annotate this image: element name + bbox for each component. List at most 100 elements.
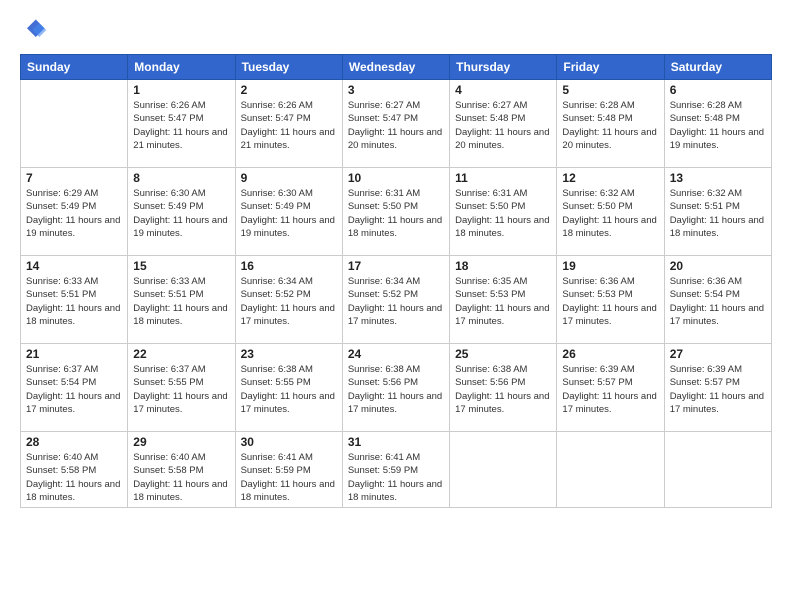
- table-row: 26 Sunrise: 6:39 AMSunset: 5:57 PMDayligh…: [557, 344, 664, 432]
- calendar-header-row: Sunday Monday Tuesday Wednesday Thursday…: [21, 55, 772, 80]
- day-info: Sunrise: 6:41 AMSunset: 5:59 PMDaylight:…: [241, 451, 337, 504]
- col-monday: Monday: [128, 55, 235, 80]
- table-row: 28Sunrise: 6:40 AMSunset: 5:58 PMDayligh…: [21, 432, 128, 508]
- day-info: Sunrise: 6:29 AMSunset: 5:49 PMDaylight:…: [26, 187, 122, 240]
- day-number: 9: [241, 171, 337, 185]
- day-number: 26: [562, 347, 658, 361]
- table-row: 12Sunrise: 6:32 AMSunset: 5:50 PMDayligh…: [557, 168, 664, 256]
- day-info: Sunrise: 6:27 AMSunset: 5:48 PMDaylight:…: [455, 99, 551, 152]
- day-number: 5: [562, 83, 658, 97]
- day-number: 31: [348, 435, 444, 449]
- col-friday: Friday: [557, 55, 664, 80]
- table-row: [557, 432, 664, 508]
- col-thursday: Thursday: [450, 55, 557, 80]
- day-number: 2: [241, 83, 337, 97]
- table-row: 15Sunrise: 6:33 AMSunset: 5:51 PMDayligh…: [128, 256, 235, 344]
- day-number: 23: [241, 347, 337, 361]
- table-row: 29Sunrise: 6:40 AMSunset: 5:58 PMDayligh…: [128, 432, 235, 508]
- day-info: Sunrise: 6:33 AMSunset: 5:51 PMDaylight:…: [26, 275, 122, 328]
- table-row: 6 Sunrise: 6:28 AMSunset: 5:48 PMDaylight…: [664, 80, 771, 168]
- day-number: 25: [455, 347, 551, 361]
- col-tuesday: Tuesday: [235, 55, 342, 80]
- table-row: 21 Sunrise: 6:37 AMSunset: 5:54 PMDayligh…: [21, 344, 128, 432]
- logo-icon: [20, 16, 48, 44]
- table-row: 25 Sunrise: 6:38 AMSunset: 5:56 PMDayligh…: [450, 344, 557, 432]
- day-info: Sunrise: 6:31 AMSunset: 5:50 PMDaylight:…: [455, 187, 551, 240]
- day-number: 16: [241, 259, 337, 273]
- day-info: Sunrise: 6:26 AMSunset: 5:47 PMDaylight:…: [133, 99, 229, 152]
- day-info: Sunrise: 6:38 AMSunset: 5:56 PMDaylight:…: [348, 363, 444, 416]
- day-number: 3: [348, 83, 444, 97]
- day-number: 22: [133, 347, 229, 361]
- day-number: 1: [133, 83, 229, 97]
- calendar-week-row: 14Sunrise: 6:33 AMSunset: 5:51 PMDayligh…: [21, 256, 772, 344]
- table-row: [450, 432, 557, 508]
- day-info: Sunrise: 6:34 AMSunset: 5:52 PMDaylight:…: [241, 275, 337, 328]
- day-info: Sunrise: 6:27 AMSunset: 5:47 PMDaylight:…: [348, 99, 444, 152]
- day-info: Sunrise: 6:38 AMSunset: 5:55 PMDaylight:…: [241, 363, 337, 416]
- table-row: 11 Sunrise: 6:31 AMSunset: 5:50 PMDayligh…: [450, 168, 557, 256]
- day-number: 20: [670, 259, 766, 273]
- table-row: 1 Sunrise: 6:26 AMSunset: 5:47 PMDaylight…: [128, 80, 235, 168]
- table-row: 18 Sunrise: 6:35 AMSunset: 5:53 PMDayligh…: [450, 256, 557, 344]
- day-info: Sunrise: 6:39 AMSunset: 5:57 PMDaylight:…: [670, 363, 766, 416]
- day-number: 6: [670, 83, 766, 97]
- day-info: Sunrise: 6:34 AMSunset: 5:52 PMDaylight:…: [348, 275, 444, 328]
- table-row: 31 Sunrise: 6:41 AMSunset: 5:59 PMDayligh…: [342, 432, 449, 508]
- day-number: 21: [26, 347, 122, 361]
- table-row: 4Sunrise: 6:27 AMSunset: 5:48 PMDaylight…: [450, 80, 557, 168]
- calendar-week-row: 21 Sunrise: 6:37 AMSunset: 5:54 PMDayligh…: [21, 344, 772, 432]
- day-number: 12: [562, 171, 658, 185]
- day-info: Sunrise: 6:41 AMSunset: 5:59 PMDaylight:…: [348, 451, 444, 504]
- table-row: 2 Sunrise: 6:26 AMSunset: 5:47 PMDaylight…: [235, 80, 342, 168]
- day-info: Sunrise: 6:31 AMSunset: 5:50 PMDaylight:…: [348, 187, 444, 240]
- calendar-week-row: 1 Sunrise: 6:26 AMSunset: 5:47 PMDaylight…: [21, 80, 772, 168]
- calendar-table: Sunday Monday Tuesday Wednesday Thursday…: [20, 54, 772, 508]
- day-info: Sunrise: 6:26 AMSunset: 5:47 PMDaylight:…: [241, 99, 337, 152]
- day-info: Sunrise: 6:28 AMSunset: 5:48 PMDaylight:…: [562, 99, 658, 152]
- day-number: 24: [348, 347, 444, 361]
- day-number: 30: [241, 435, 337, 449]
- logo: [20, 16, 52, 44]
- table-row: 10 Sunrise: 6:31 AMSunset: 5:50 PMDayligh…: [342, 168, 449, 256]
- table-row: [21, 80, 128, 168]
- calendar-week-row: 7 Sunrise: 6:29 AMSunset: 5:49 PMDaylight…: [21, 168, 772, 256]
- day-info: Sunrise: 6:39 AMSunset: 5:57 PMDaylight:…: [562, 363, 658, 416]
- day-number: 11: [455, 171, 551, 185]
- day-info: Sunrise: 6:37 AMSunset: 5:55 PMDaylight:…: [133, 363, 229, 416]
- day-number: 19: [562, 259, 658, 273]
- day-info: Sunrise: 6:35 AMSunset: 5:53 PMDaylight:…: [455, 275, 551, 328]
- day-number: 10: [348, 171, 444, 185]
- header: [20, 16, 772, 44]
- day-number: 15: [133, 259, 229, 273]
- day-info: Sunrise: 6:38 AMSunset: 5:56 PMDaylight:…: [455, 363, 551, 416]
- day-info: Sunrise: 6:36 AMSunset: 5:54 PMDaylight:…: [670, 275, 766, 328]
- col-sunday: Sunday: [21, 55, 128, 80]
- table-row: [664, 432, 771, 508]
- day-number: 8: [133, 171, 229, 185]
- table-row: 19 Sunrise: 6:36 AMSunset: 5:53 PMDayligh…: [557, 256, 664, 344]
- day-info: Sunrise: 6:30 AMSunset: 5:49 PMDaylight:…: [241, 187, 337, 240]
- day-info: Sunrise: 6:40 AMSunset: 5:58 PMDaylight:…: [26, 451, 122, 504]
- table-row: 7 Sunrise: 6:29 AMSunset: 5:49 PMDaylight…: [21, 168, 128, 256]
- table-row: 14Sunrise: 6:33 AMSunset: 5:51 PMDayligh…: [21, 256, 128, 344]
- day-number: 17: [348, 259, 444, 273]
- table-row: 9 Sunrise: 6:30 AMSunset: 5:49 PMDaylight…: [235, 168, 342, 256]
- calendar-week-row: 28Sunrise: 6:40 AMSunset: 5:58 PMDayligh…: [21, 432, 772, 508]
- table-row: 30 Sunrise: 6:41 AMSunset: 5:59 PMDayligh…: [235, 432, 342, 508]
- table-row: 16 Sunrise: 6:34 AMSunset: 5:52 PMDayligh…: [235, 256, 342, 344]
- table-row: 23 Sunrise: 6:38 AMSunset: 5:55 PMDayligh…: [235, 344, 342, 432]
- day-info: Sunrise: 6:37 AMSunset: 5:54 PMDaylight:…: [26, 363, 122, 416]
- table-row: 17 Sunrise: 6:34 AMSunset: 5:52 PMDayligh…: [342, 256, 449, 344]
- day-info: Sunrise: 6:30 AMSunset: 5:49 PMDaylight:…: [133, 187, 229, 240]
- day-info: Sunrise: 6:28 AMSunset: 5:48 PMDaylight:…: [670, 99, 766, 152]
- table-row: 5 Sunrise: 6:28 AMSunset: 5:48 PMDaylight…: [557, 80, 664, 168]
- table-row: 22 Sunrise: 6:37 AMSunset: 5:55 PMDayligh…: [128, 344, 235, 432]
- day-number: 18: [455, 259, 551, 273]
- col-wednesday: Wednesday: [342, 55, 449, 80]
- table-row: 13Sunrise: 6:32 AMSunset: 5:51 PMDayligh…: [664, 168, 771, 256]
- day-number: 13: [670, 171, 766, 185]
- col-saturday: Saturday: [664, 55, 771, 80]
- day-number: 7: [26, 171, 122, 185]
- day-info: Sunrise: 6:36 AMSunset: 5:53 PMDaylight:…: [562, 275, 658, 328]
